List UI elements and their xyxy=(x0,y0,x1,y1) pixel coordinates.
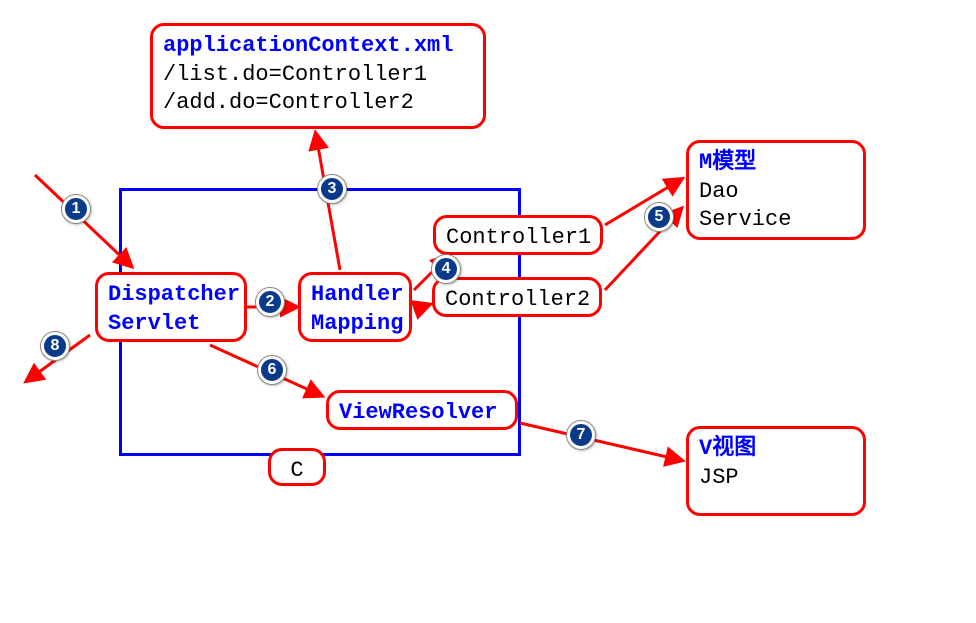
c-label: C xyxy=(290,458,303,483)
model-line2: Service xyxy=(699,206,853,235)
handler-mapping-box: Handler Mapping xyxy=(298,272,412,342)
dispatcher-line2: Servlet xyxy=(108,310,234,339)
view-box: V视图 JSP xyxy=(686,426,866,516)
step-badge-4: 4 xyxy=(432,255,460,283)
model-box: M模型 Dao Service xyxy=(686,140,866,240)
controller1-label: Controller1 xyxy=(446,225,591,250)
application-context-line2: /add.do=Controller2 xyxy=(163,89,473,118)
dispatcher-servlet-box: Dispatcher Servlet xyxy=(95,272,247,342)
step-badge-8: 8 xyxy=(41,332,69,360)
step-badge-1: 1 xyxy=(62,195,90,223)
step-badge-2: 2 xyxy=(256,288,284,316)
controller2-box: Controller2 xyxy=(432,277,602,317)
dispatcher-line1: Dispatcher xyxy=(108,281,234,310)
model-title: M模型 xyxy=(699,149,853,178)
step-badge-6: 6 xyxy=(258,356,286,384)
view-title: V视图 xyxy=(699,435,853,464)
c-box: C xyxy=(268,448,326,486)
step-badge-7: 7 xyxy=(567,421,595,449)
view-resolver-label: ViewResolver xyxy=(339,400,497,425)
step-badge-5: 5 xyxy=(645,203,673,231)
application-context-line1: /list.do=Controller1 xyxy=(163,61,473,90)
model-line1: Dao xyxy=(699,178,853,207)
controller1-box: Controller1 xyxy=(433,215,603,255)
handler-mapping-line2: Mapping xyxy=(311,310,399,339)
step-badge-3: 3 xyxy=(318,175,346,203)
view-resolver-box: ViewResolver xyxy=(326,390,518,430)
view-line1: JSP xyxy=(699,464,853,493)
handler-mapping-line1: Handler xyxy=(311,281,399,310)
application-context-box: applicationContext.xml /list.do=Controll… xyxy=(150,23,486,129)
controller2-label: Controller2 xyxy=(445,287,590,312)
application-context-title: applicationContext.xml xyxy=(163,32,473,61)
